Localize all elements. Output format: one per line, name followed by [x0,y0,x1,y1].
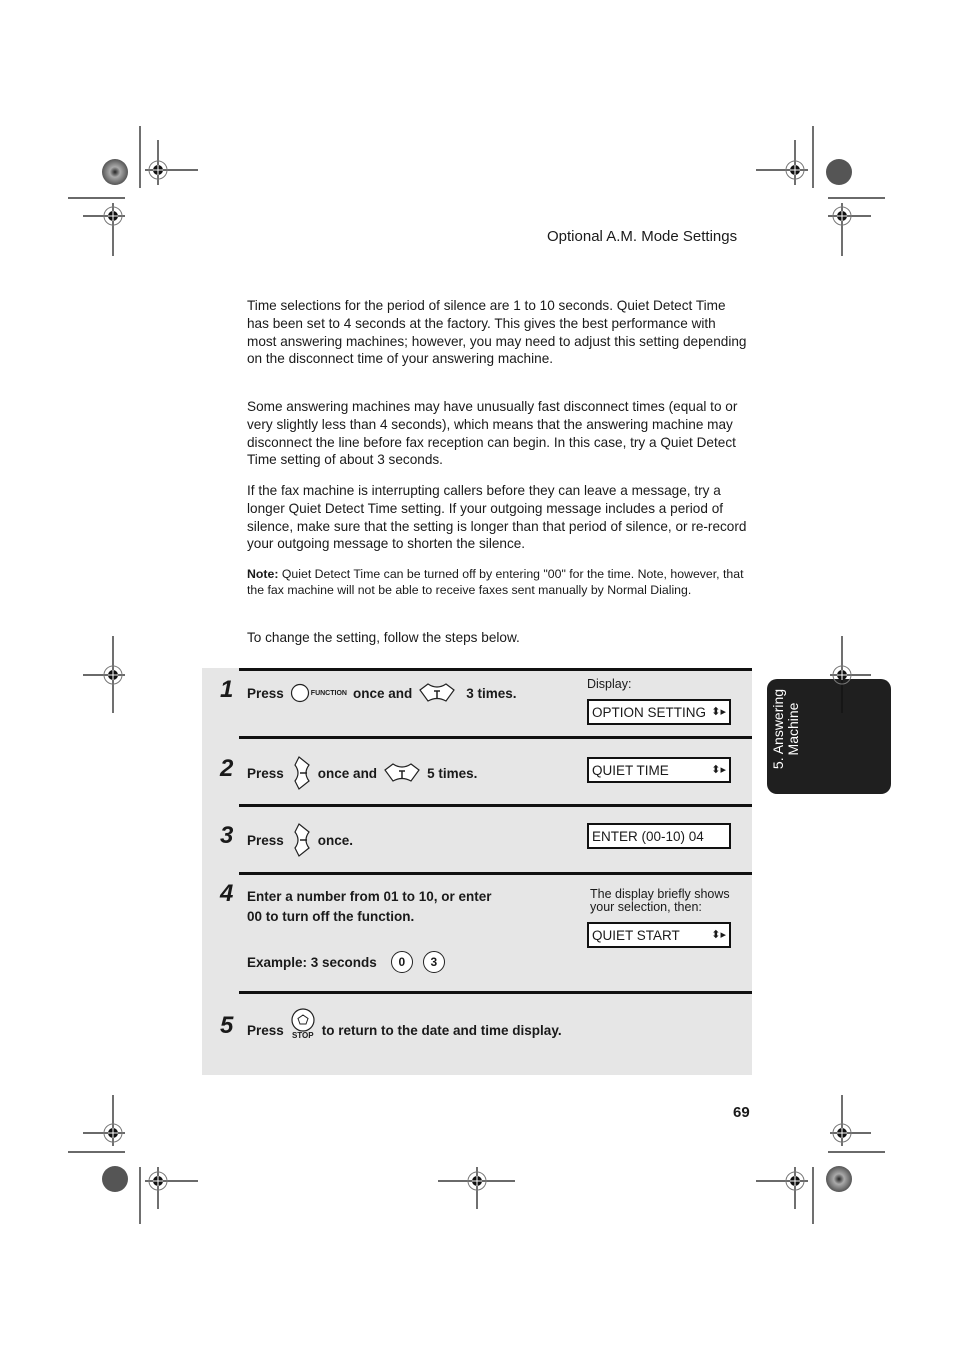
printer-marks [68,126,885,1224]
